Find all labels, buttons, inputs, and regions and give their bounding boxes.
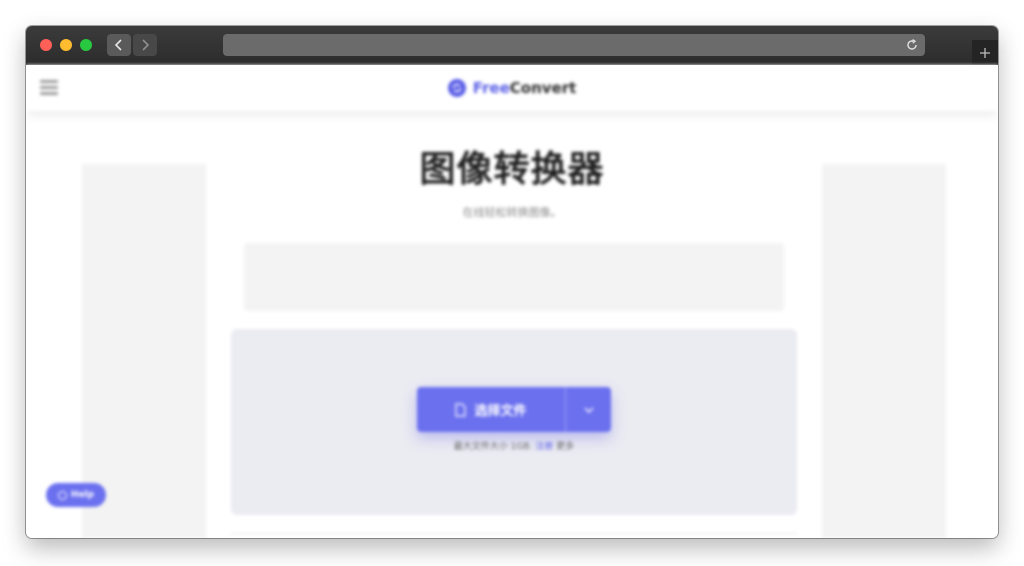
new-tab-button[interactable] [972,40,998,65]
file-drop-zone[interactable]: 选择文件 最大文件大小 1GB. 注册 更多 [231,329,797,515]
freeconvert-logo-icon [447,79,466,97]
drop-zone-hint: 最大文件大小 1GB. 注册 更多 [231,439,797,452]
page-viewport: Free Convert 图像转换器 在线轻松转换图像。 选择文件 最大文件大小… [26,65,998,538]
close-window-button[interactable] [40,39,52,51]
chevron-left-icon [114,39,122,51]
upload-source-dropdown-button[interactable] [566,387,611,432]
brand-name-free: Free [472,79,510,97]
help-label: Help [70,490,95,500]
choose-files-button-group: 选择文件 [417,387,611,432]
chevron-down-icon [584,407,593,413]
help-button[interactable]: Help [46,483,106,507]
file-icon [455,402,467,417]
drop-hint-prefix: 最大文件大小 1GB. [453,442,533,452]
address-bar[interactable] [223,34,925,56]
page-title: 图像转换器 [419,149,605,190]
minimize-window-button[interactable] [60,39,72,51]
forward-button[interactable] [133,34,157,56]
drop-hint-suffix: 更多 [556,442,575,452]
signup-link[interactable]: 注册 [535,442,553,452]
help-icon [57,490,67,500]
maximize-window-button[interactable] [80,39,92,51]
choose-files-label: 选择文件 [474,404,527,419]
brand-name-convert: Convert [509,79,577,97]
banner-ad-slot [244,243,784,311]
choose-files-button[interactable]: 选择文件 [417,387,565,432]
browser-titlebar [26,26,998,65]
section-divider [231,533,797,534]
site-header: Free Convert [26,65,998,111]
page-subtitle: 在线轻松转换图像。 [462,206,562,219]
browser-window: Free Convert 图像转换器 在线轻松转换图像。 选择文件 最大文件大小… [26,26,998,538]
reload-icon[interactable] [905,38,919,52]
back-button[interactable] [107,34,131,56]
site-logo[interactable]: Free Convert [26,65,998,111]
right-ad-panel [822,164,946,538]
left-ad-panel [82,164,206,538]
chevron-right-icon [142,39,150,51]
plus-icon [980,47,990,58]
